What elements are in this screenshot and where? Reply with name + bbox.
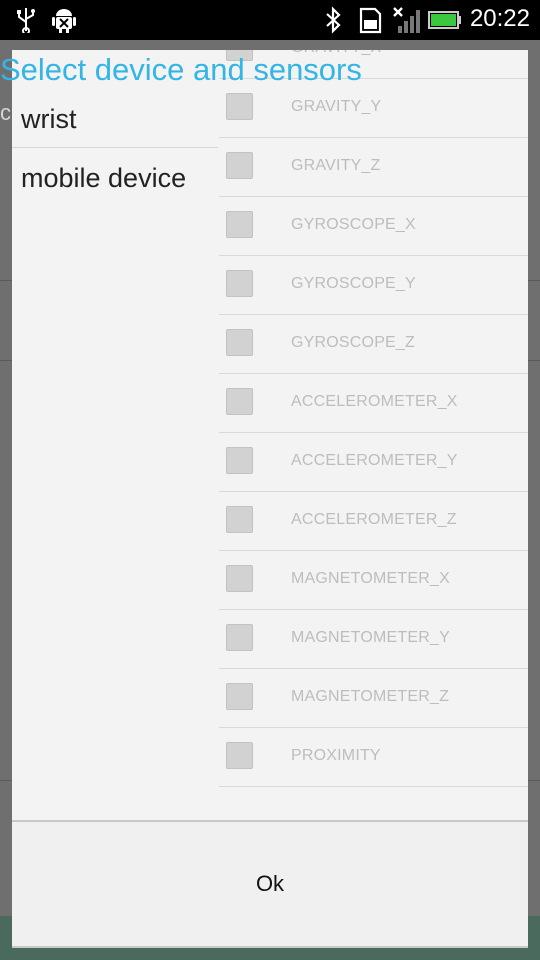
sensor-checkbox[interactable] bbox=[226, 565, 253, 592]
sensor-label: PROXIMITY bbox=[291, 747, 381, 764]
sensor-checkbox[interactable] bbox=[226, 211, 253, 238]
ok-button[interactable]: Ok bbox=[12, 822, 528, 946]
no-signal-icon bbox=[392, 6, 422, 34]
sensor-checkbox[interactable] bbox=[226, 742, 253, 769]
sensor-checkbox[interactable] bbox=[226, 152, 253, 179]
battery-icon bbox=[428, 6, 462, 34]
sensor-row[interactable]: ACCELEROMETER_Y bbox=[219, 433, 528, 492]
device-list: wrist mobile device bbox=[12, 90, 218, 206]
background-text-fragment: c bbox=[0, 100, 11, 125]
sensor-checkbox[interactable] bbox=[226, 447, 253, 474]
sensor-label: GRAVITY_Z bbox=[291, 157, 381, 174]
dialog-button-bar: Ok bbox=[12, 820, 528, 948]
sensor-row[interactable]: MAGNETOMETER_X bbox=[219, 551, 528, 610]
bluetooth-icon bbox=[322, 6, 344, 34]
sensor-row[interactable]: GRAVITY_Z bbox=[219, 138, 528, 197]
sensor-row[interactable]: GYROSCOPE_Z bbox=[219, 315, 528, 374]
sensor-row[interactable]: MAGNETOMETER_Z bbox=[219, 669, 528, 728]
sensor-row[interactable]: GYROSCOPE_X bbox=[219, 197, 528, 256]
sensor-label: MAGNETOMETER_X bbox=[291, 570, 450, 587]
sensor-row[interactable]: PROXIMITY bbox=[219, 728, 528, 787]
sensor-label: GRAVITY_Y bbox=[291, 98, 382, 115]
device-item-label: mobile device bbox=[21, 163, 187, 193]
usb-icon bbox=[14, 6, 38, 34]
sensor-checkbox[interactable] bbox=[226, 270, 253, 297]
android-debug-icon bbox=[50, 6, 78, 34]
sensor-checkbox[interactable] bbox=[226, 329, 253, 356]
sensor-checkbox[interactable] bbox=[226, 683, 253, 710]
sensor-checkbox[interactable] bbox=[226, 93, 253, 120]
device-item-mobile-device[interactable]: mobile device bbox=[12, 148, 218, 206]
sensor-row[interactable]: MAGNETOMETER_Y bbox=[219, 610, 528, 669]
sensor-label: GYROSCOPE_Z bbox=[291, 334, 416, 351]
sensor-label: ACCELEROMETER_Y bbox=[291, 452, 458, 469]
sensor-label: GYROSCOPE_Y bbox=[291, 275, 416, 292]
sensor-row[interactable]: ACCELEROMETER_X bbox=[219, 374, 528, 433]
sensor-label: ACCELEROMETER_X bbox=[291, 393, 458, 410]
status-bar: 20:22 bbox=[0, 0, 540, 40]
sensor-list[interactable]: GRAVITY_XGRAVITY_YGRAVITY_ZGYROSCOPE_XGY… bbox=[219, 50, 528, 818]
sensor-checkbox[interactable] bbox=[226, 388, 253, 415]
device-item-label: wrist bbox=[21, 104, 77, 134]
sensor-label: ACCELEROMETER_Z bbox=[291, 511, 457, 528]
sd-card-icon bbox=[356, 6, 384, 34]
sensor-label: MAGNETOMETER_Y bbox=[291, 629, 450, 646]
sensor-checkbox[interactable] bbox=[226, 624, 253, 651]
sensor-checkbox[interactable] bbox=[226, 506, 253, 533]
dialog-title: Select device and sensors bbox=[0, 52, 362, 87]
sensor-label: MAGNETOMETER_Z bbox=[291, 688, 450, 705]
sensor-row[interactable]: GYROSCOPE_Y bbox=[219, 256, 528, 315]
select-device-dialog: wrist mobile device GRAVITY_XGRAVITY_YGR… bbox=[12, 50, 528, 948]
sensor-label: GYROSCOPE_X bbox=[291, 216, 416, 233]
clock: 20:22 bbox=[469, 5, 530, 32]
device-item-wrist[interactable]: wrist bbox=[12, 90, 218, 148]
ok-button-label: Ok bbox=[255, 871, 285, 896]
sensor-row[interactable]: ACCELEROMETER_Z bbox=[219, 492, 528, 551]
